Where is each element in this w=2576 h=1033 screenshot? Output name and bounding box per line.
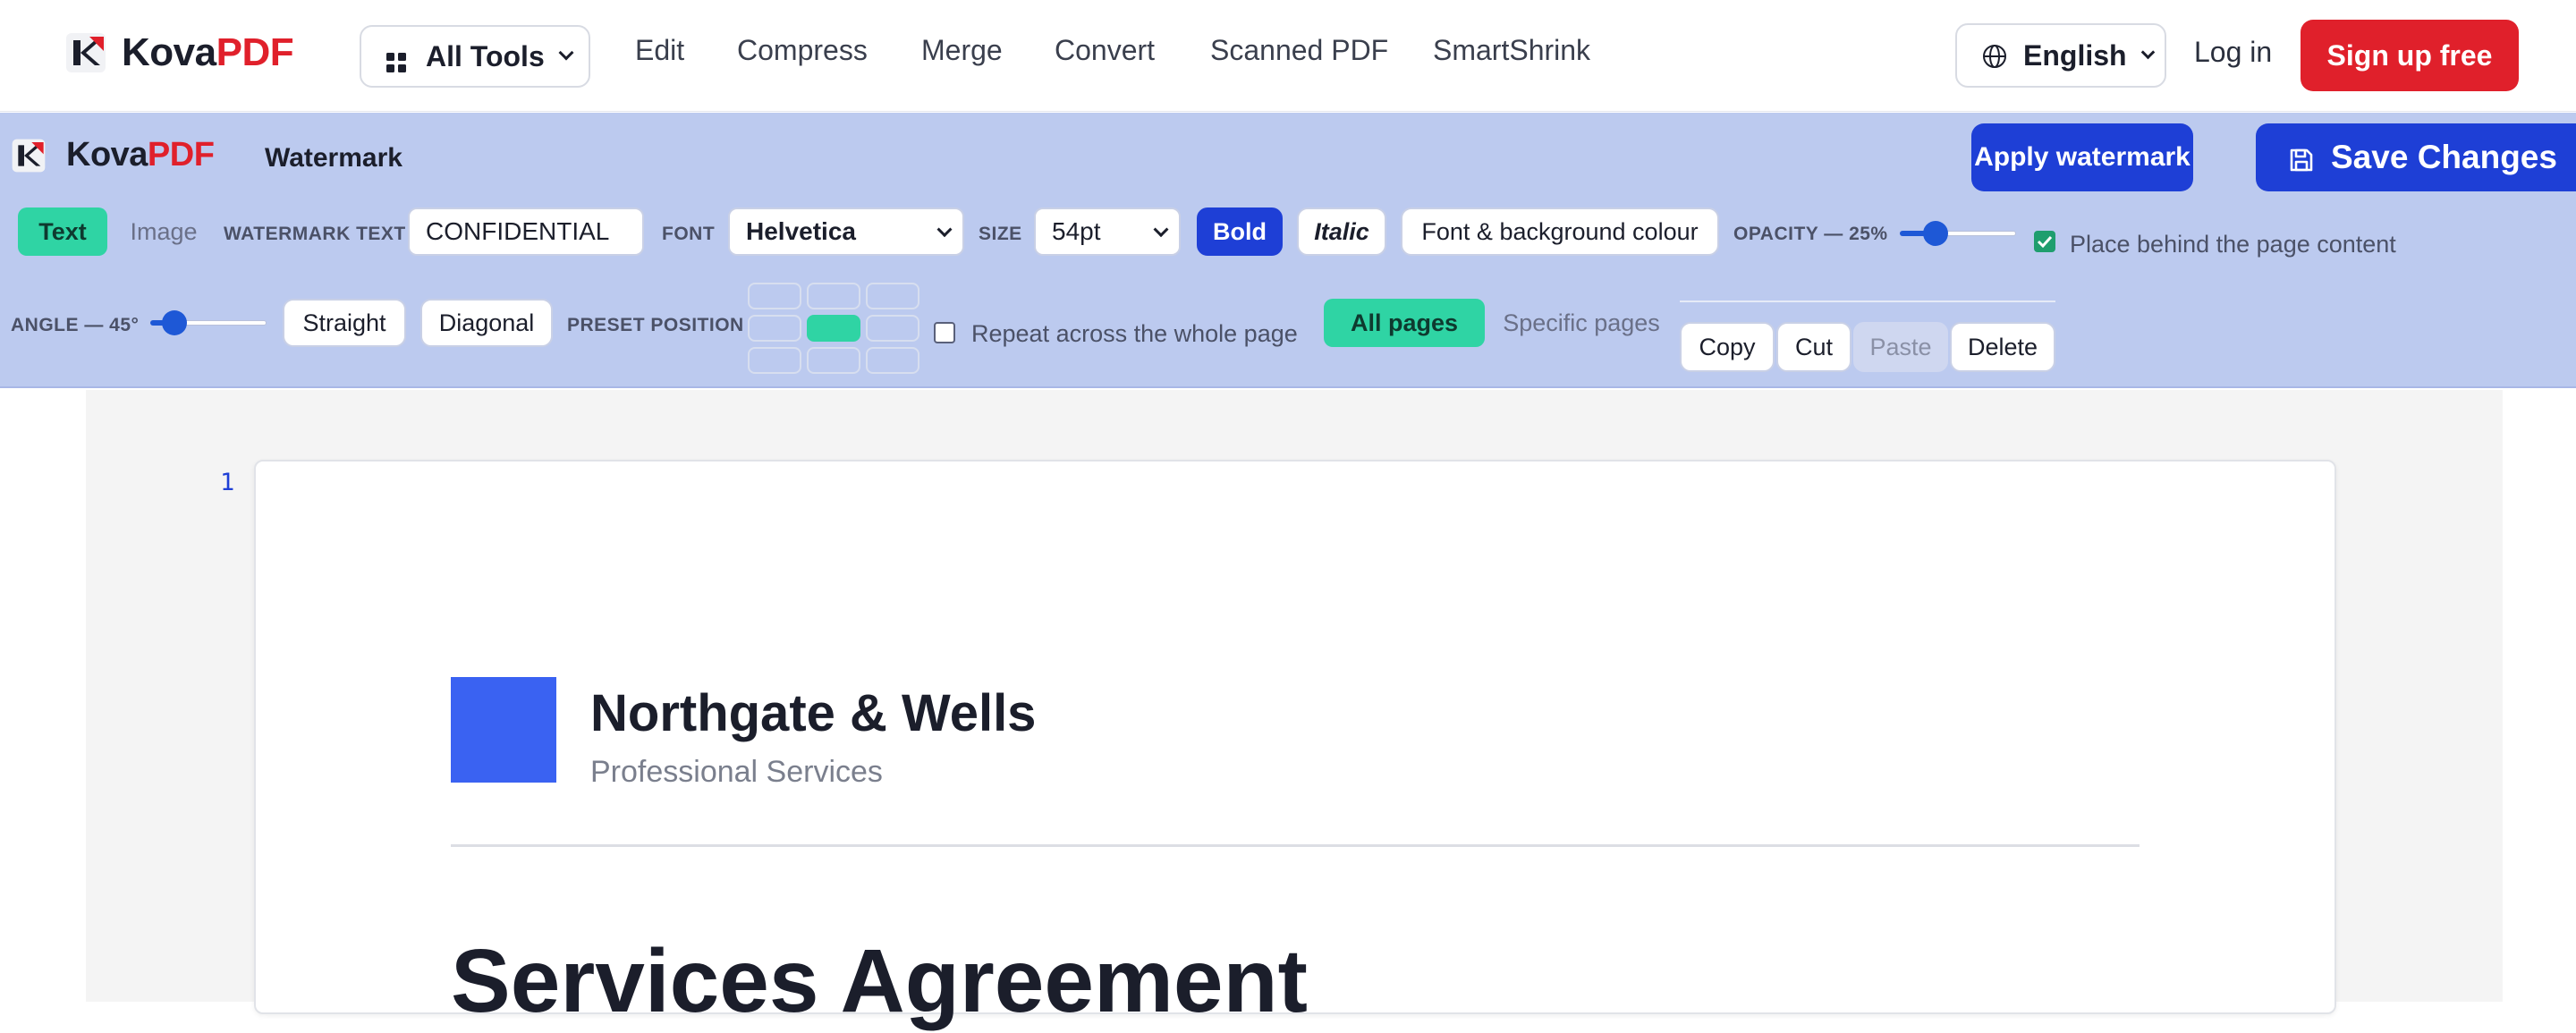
place-behind-checkbox[interactable]	[2034, 231, 2055, 252]
brand-logo[interactable]: KovaPDF	[64, 30, 294, 75]
preset-position-middle-right[interactable]	[866, 315, 919, 342]
document-title: Services Agreement	[451, 931, 1308, 1031]
preset-position-bottom-right[interactable]	[866, 347, 919, 374]
italic-toggle[interactable]: Italic	[1297, 207, 1386, 256]
font-select-value: Helvetica	[746, 217, 856, 245]
company-name: Northgate & Wells	[590, 684, 1037, 742]
editor-brand-logo: KovaPDF	[11, 136, 215, 174]
tab-specific-pages[interactable]: Specific pages	[1494, 299, 1669, 347]
header-divider	[451, 844, 2140, 847]
preset-position-bottom-left[interactable]	[748, 347, 801, 374]
watermark-text-input[interactable]: CONFIDENTIAL	[408, 207, 644, 256]
page-number: 1	[220, 469, 235, 496]
nav-link-scanned-pdf[interactable]: Scanned PDF	[1210, 34, 1388, 67]
globe-icon	[1982, 43, 2007, 68]
opacity-slider[interactable]	[1900, 220, 2016, 247]
place-behind-label: Place behind the page content	[2070, 231, 2396, 258]
preset-position-top-right[interactable]	[866, 283, 919, 309]
actions-divider	[1680, 301, 2055, 302]
font-select[interactable]: Helvetica	[728, 207, 964, 256]
opacity-label: OPACITY — 25%	[1733, 224, 1888, 244]
preset-position-center[interactable]	[807, 315, 860, 342]
top-navigation: KovaPDF All Tools Edit Compress Merge Co…	[0, 0, 2576, 112]
size-label: SIZE	[979, 224, 1022, 244]
language-selector[interactable]: English	[1955, 23, 2166, 88]
angle-slider[interactable]	[150, 309, 267, 336]
brand-name-part2: PDF	[216, 30, 294, 74]
login-link[interactable]: Log in	[2194, 36, 2272, 69]
kovapdf-logo-icon	[64, 31, 107, 74]
repeat-checkbox[interactable]	[934, 322, 955, 343]
apply-watermark-button[interactable]: Apply watermark	[1971, 123, 2193, 191]
editor-brand-name-part2: PDF	[147, 136, 215, 174]
tool-title: Watermark	[265, 143, 402, 173]
chevron-down-icon	[2140, 45, 2155, 59]
preset-position-top-left[interactable]	[748, 283, 801, 309]
cut-button[interactable]: Cut	[1776, 322, 1852, 372]
company-logo	[451, 677, 556, 783]
nav-link-smartshrink[interactable]: SmartShrink	[1433, 34, 1590, 67]
save-changes-button[interactable]: Save Changes	[2256, 123, 2576, 191]
watermark-toolbar: KovaPDF Watermark Apply watermark Save C…	[0, 113, 2576, 388]
angle-label: ANGLE — 45°	[11, 315, 140, 335]
nav-link-convert[interactable]: Convert	[1055, 34, 1155, 67]
editor-brand-name: KovaPDF	[66, 136, 215, 174]
signup-button[interactable]: Sign up free	[2301, 20, 2519, 91]
save-icon	[2288, 144, 2315, 172]
copy-button[interactable]: Copy	[1680, 322, 1775, 372]
size-select[interactable]: 54pt	[1034, 207, 1181, 256]
delete-button[interactable]: Delete	[1950, 322, 2055, 372]
brand-name-part1: Kova	[122, 30, 216, 74]
chevron-down-icon	[558, 45, 574, 61]
language-label: English	[2023, 38, 2127, 72]
straight-button[interactable]: Straight	[283, 299, 406, 347]
all-tools-label: All Tools	[426, 39, 545, 72]
chevron-down-icon	[936, 222, 953, 238]
bold-toggle[interactable]: Bold	[1197, 207, 1283, 256]
brand-name: KovaPDF	[122, 30, 294, 75]
nav-link-edit[interactable]: Edit	[635, 34, 684, 67]
opacity-slider-knob[interactable]	[1922, 221, 1948, 246]
preset-position-bottom-center[interactable]	[807, 347, 860, 374]
all-tools-button[interactable]: All Tools	[360, 25, 590, 88]
preset-position-label: PRESET POSITION	[567, 315, 744, 335]
tab-image-mode[interactable]: Image	[116, 207, 211, 256]
nav-link-merge[interactable]: Merge	[921, 34, 1003, 67]
save-changes-label: Save Changes	[2331, 139, 2557, 175]
repeat-label: Repeat across the whole page	[971, 320, 1298, 347]
chevron-down-icon	[1153, 222, 1169, 238]
preset-position-middle-left[interactable]	[748, 315, 801, 342]
font-label: FONT	[662, 224, 716, 244]
paste-button[interactable]: Paste	[1853, 322, 1948, 372]
company-subtitle: Professional Services	[590, 755, 883, 789]
size-select-value: 54pt	[1052, 217, 1101, 245]
grid-icon	[386, 47, 406, 72]
watermark-text-label: WATERMARK TEXT	[224, 224, 406, 244]
font-background-colour-button[interactable]: Font & background colour	[1401, 207, 1719, 256]
diagonal-button[interactable]: Diagonal	[420, 299, 553, 347]
preset-position-top-center[interactable]	[807, 283, 860, 309]
tab-text-mode[interactable]: Text	[18, 207, 107, 256]
nav-link-compress[interactable]: Compress	[737, 34, 868, 67]
angle-slider-knob[interactable]	[161, 310, 187, 335]
kovapdf-logo-icon	[11, 138, 47, 174]
editor-brand-name-part1: Kova	[66, 136, 148, 174]
tab-all-pages[interactable]: All pages	[1324, 299, 1485, 347]
